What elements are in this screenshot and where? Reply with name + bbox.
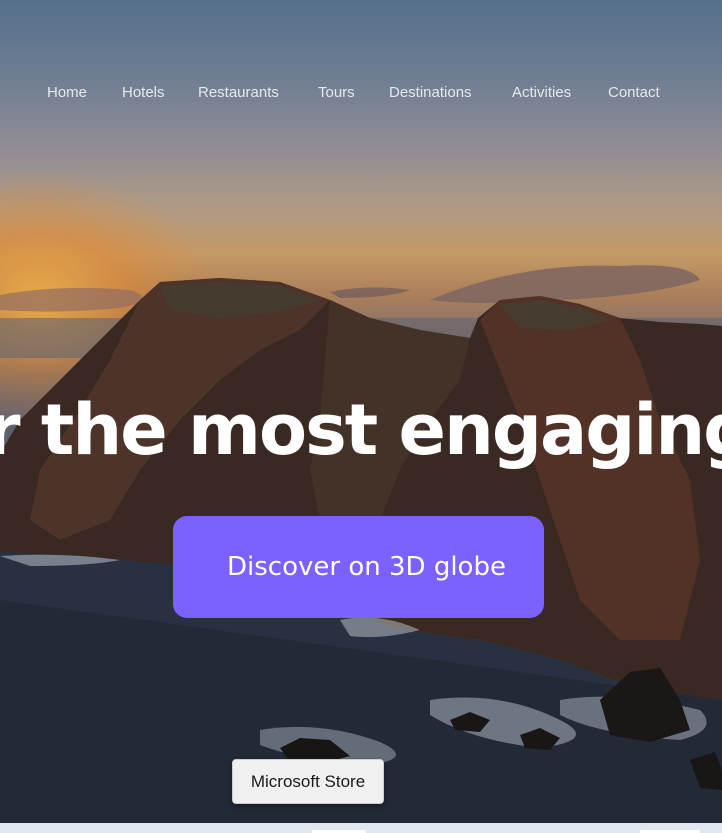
hero-section: Home Hotels Restaurants Tours Destinatio… xyxy=(0,0,722,823)
nav-link-tours[interactable]: Tours xyxy=(318,82,355,104)
hero-headline: r the most engaging xyxy=(0,388,722,471)
nav-link-contact[interactable]: Contact xyxy=(608,82,660,104)
nav-link-restaurants[interactable]: Restaurants xyxy=(198,82,279,104)
discover-3d-globe-button[interactable]: Discover on 3D globe xyxy=(173,516,544,618)
main-navigation: Home Hotels Restaurants Tours Destinatio… xyxy=(0,82,722,104)
nav-link-home[interactable]: Home xyxy=(47,82,87,104)
nav-link-destinations[interactable]: Destinations xyxy=(389,82,472,104)
microsoft-store-tooltip: Microsoft Store xyxy=(232,759,384,804)
nav-link-activities[interactable]: Activities xyxy=(512,82,571,104)
taskbar-edge xyxy=(0,823,722,833)
nav-link-hotels[interactable]: Hotels xyxy=(122,82,165,104)
